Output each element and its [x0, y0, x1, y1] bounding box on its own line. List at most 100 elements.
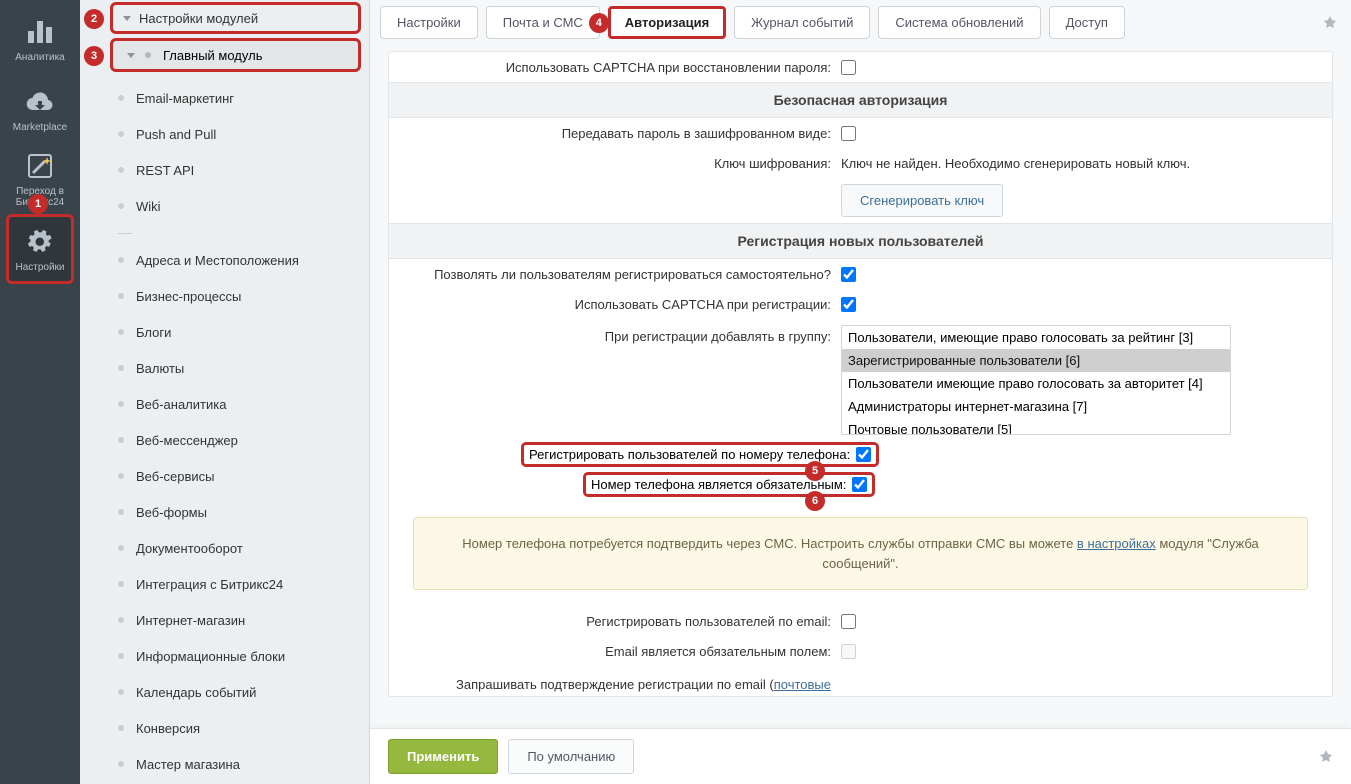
sidebar: 2 Настройки модулей 3 Главный модуль Ema…: [80, 0, 370, 784]
tabbar: Настройки Почта и СМС 4 Авторизация Журн…: [370, 0, 1351, 45]
sidebar-item[interactable]: Мастер магазина: [80, 746, 369, 782]
sidebar-list: Email-маркетинг Push and Pull REST API W…: [80, 76, 369, 784]
bullet-icon: [145, 52, 151, 58]
label-add-to-group: При регистрации добавлять в группу:: [389, 325, 839, 344]
footer-bar: Применить По умолчанию: [370, 728, 1351, 784]
annotation-1: 1: [28, 194, 48, 214]
chevron-down-icon: [127, 53, 135, 58]
tree-module-settings[interactable]: Настройки модулей: [110, 2, 361, 34]
label-captcha-restore: Использовать CAPTCHA при восстановлении …: [389, 60, 839, 75]
annotation-5: 5: [805, 461, 825, 481]
bar-chart-icon: [24, 16, 56, 48]
sidebar-item[interactable]: Веб-аналитика: [80, 386, 369, 422]
row-reg-by-email: Регистрировать пользователей по email:: [389, 606, 1332, 636]
mail-templates-link[interactable]: почтовые: [774, 677, 831, 692]
magic-wand-icon: [24, 150, 56, 182]
checkbox-email-required: [841, 644, 856, 659]
cloud-download-icon: [24, 86, 56, 118]
icon-rail: Аналитика Marketplace Переход вБитрикс24…: [0, 0, 80, 784]
sidebar-item[interactable]: Адреса и Местоположения: [80, 242, 369, 278]
checkbox-captcha-reg[interactable]: [841, 297, 856, 312]
label-confirm-email: Запрашивать подтверждение регистрации по…: [389, 677, 839, 692]
row-captcha-reg: Использовать CAPTCHA при регистрации:: [389, 289, 1332, 319]
tab-authorization[interactable]: Авторизация: [608, 6, 726, 39]
tab-mail-sms[interactable]: Почта и СМС 4: [486, 6, 600, 39]
label-reg-by-email: Регистрировать пользователей по email:: [389, 614, 839, 629]
sidebar-item[interactable]: Веб-формы: [80, 494, 369, 530]
row-add-to-group: При регистрации добавлять в группу: Поль…: [389, 319, 1332, 441]
row-email-required: Email является обязательным полем:: [389, 636, 1332, 666]
sidebar-item[interactable]: Интернет-магазин: [80, 602, 369, 638]
sidebar-item[interactable]: Информационные блоки: [80, 638, 369, 674]
label-reg-by-phone: Регистрировать пользователей по номеру т…: [529, 447, 856, 462]
sidebar-item[interactable]: Валюты: [80, 350, 369, 386]
default-button[interactable]: По умолчанию: [508, 739, 634, 774]
row-phone-required: 6 Номер телефона является обязательным:: [389, 471, 1332, 501]
rail-settings-label: Настройки: [15, 262, 64, 273]
annotation-3: 3: [84, 46, 104, 66]
section-secure-auth: Безопасная авторизация: [389, 82, 1332, 118]
label-email-required: Email является обязательным полем:: [389, 644, 839, 659]
tab-settings[interactable]: Настройки: [380, 6, 478, 39]
label-captcha-reg: Использовать CAPTCHA при регистрации:: [389, 297, 839, 312]
generate-key-button[interactable]: Сгенерировать ключ: [841, 184, 1003, 217]
footer-pin-icon[interactable]: [1319, 750, 1333, 764]
checkbox-allow-selfreg[interactable]: [841, 267, 856, 282]
row-reg-by-phone: 5 Регистрировать пользователей по номеру…: [389, 441, 1332, 471]
content-scroll[interactable]: Использовать CAPTCHA при восстановлении …: [370, 45, 1351, 728]
rail-marketplace-label: Marketplace: [13, 122, 67, 133]
checkbox-reg-by-phone[interactable]: [856, 447, 871, 462]
row-encrypted-pass: Передавать пароль в зашифрованном виде:: [389, 118, 1332, 148]
label-encrypted-pass: Передавать пароль в зашифрованном виде:: [389, 126, 839, 141]
sidebar-item[interactable]: Веб-сервисы: [80, 458, 369, 494]
rail-goto-b24[interactable]: Переход вБитрикс24 1: [6, 144, 74, 214]
sidebar-item[interactable]: Push and Pull: [80, 116, 369, 152]
rail-analytics[interactable]: Аналитика: [6, 4, 74, 74]
sidebar-item[interactable]: Блоги: [80, 314, 369, 350]
rail-analytics-label: Аналитика: [15, 52, 65, 63]
checkbox-encrypted-pass[interactable]: [841, 126, 856, 141]
annotation-6: 6: [805, 491, 825, 511]
row-gen-key: Сгенерировать ключ: [389, 178, 1332, 223]
tab-access[interactable]: Доступ: [1049, 6, 1125, 39]
label-allow-selfreg: Позволять ли пользователям регистрироват…: [389, 267, 839, 282]
main-area: Настройки Почта и СМС 4 Авторизация Журн…: [370, 0, 1351, 784]
annotation-2: 2: [84, 9, 104, 29]
checkbox-captcha-restore[interactable]: [841, 60, 856, 75]
sidebar-item[interactable]: Интеграция с Битрикс24: [80, 566, 369, 602]
module-settings-label: Настройки модулей: [139, 11, 258, 26]
sidebar-item[interactable]: Конверсия: [80, 710, 369, 746]
enc-key-value: Ключ не найден. Необходимо сгенерировать…: [841, 156, 1190, 171]
row-allow-selfreg: Позволять ли пользователям регистрироват…: [389, 259, 1332, 289]
sidebar-item[interactable]: Календарь событий: [80, 674, 369, 710]
main-module-label: Главный модуль: [163, 48, 262, 63]
select-groups[interactable]: Пользователи, имеющие право голосовать з…: [841, 325, 1231, 435]
row-confirm-email: Запрашивать подтверждение регистрации по…: [389, 666, 1332, 696]
sidebar-item[interactable]: REST API: [80, 152, 369, 188]
sidebar-item[interactable]: Wiki: [80, 188, 369, 224]
rail-settings[interactable]: Настройки: [6, 214, 74, 284]
tree-main-module[interactable]: Главный модуль: [110, 38, 361, 72]
checkbox-phone-required[interactable]: [852, 477, 867, 492]
gear-icon: [24, 226, 56, 258]
section-register: Регистрация новых пользователей: [389, 223, 1332, 259]
sidebar-item[interactable]: Бизнес-процессы: [80, 278, 369, 314]
tab-event-log[interactable]: Журнал событий: [734, 6, 870, 39]
apply-button[interactable]: Применить: [388, 739, 498, 774]
sidebar-item[interactable]: Веб-мессенджер: [80, 422, 369, 458]
row-captcha-restore: Использовать CAPTCHA при восстановлении …: [389, 52, 1332, 82]
rail-marketplace[interactable]: Marketplace: [6, 74, 74, 144]
sidebar-item[interactable]: Email-маркетинг: [80, 80, 369, 116]
annotation-4: 4: [589, 13, 609, 33]
settings-panel: Использовать CAPTCHA при восстановлении …: [388, 51, 1333, 697]
tab-update-system[interactable]: Система обновлений: [878, 6, 1040, 39]
checkbox-reg-by-email[interactable]: [841, 614, 856, 629]
sidebar-separator: [80, 224, 369, 242]
row-enc-key: Ключ шифрования: Ключ не найден. Необход…: [389, 148, 1332, 178]
pin-icon[interactable]: [1319, 12, 1341, 34]
sidebar-item[interactable]: Документооборот: [80, 530, 369, 566]
sms-settings-link[interactable]: в настройках: [1077, 536, 1156, 551]
label-enc-key: Ключ шифрования:: [389, 156, 839, 171]
info-sms-box: Номер телефона потребуется подтвердить ч…: [413, 517, 1308, 590]
chevron-down-icon: [123, 16, 131, 21]
